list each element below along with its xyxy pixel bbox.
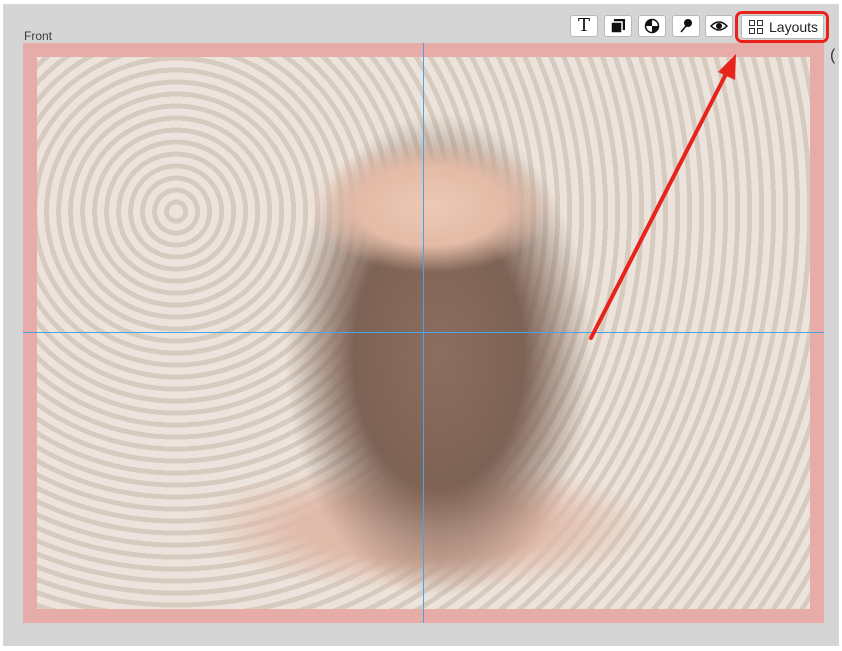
shape-tool-button[interactable] [604, 15, 632, 37]
grid-icon [749, 20, 763, 34]
horizontal-center-guide [23, 332, 824, 333]
vertical-center-guide [423, 43, 424, 623]
design-canvas[interactable] [23, 43, 824, 623]
text-tool-button[interactable]: T [570, 15, 598, 37]
preview-button[interactable] [705, 15, 733, 37]
color-tool-button[interactable] [638, 15, 666, 37]
text-icon: T [577, 15, 590, 36]
color-wheel-icon [644, 18, 660, 34]
pin-icon [680, 19, 692, 33]
pin-tool-button[interactable] [672, 15, 700, 37]
eye-icon [710, 21, 728, 31]
page-side-label: Front [24, 29, 53, 43]
edge-control-icon: ( [830, 47, 836, 64]
shape-icon [610, 19, 625, 34]
layouts-label: Layouts [769, 19, 819, 35]
layouts-button[interactable]: Layouts [741, 15, 824, 39]
